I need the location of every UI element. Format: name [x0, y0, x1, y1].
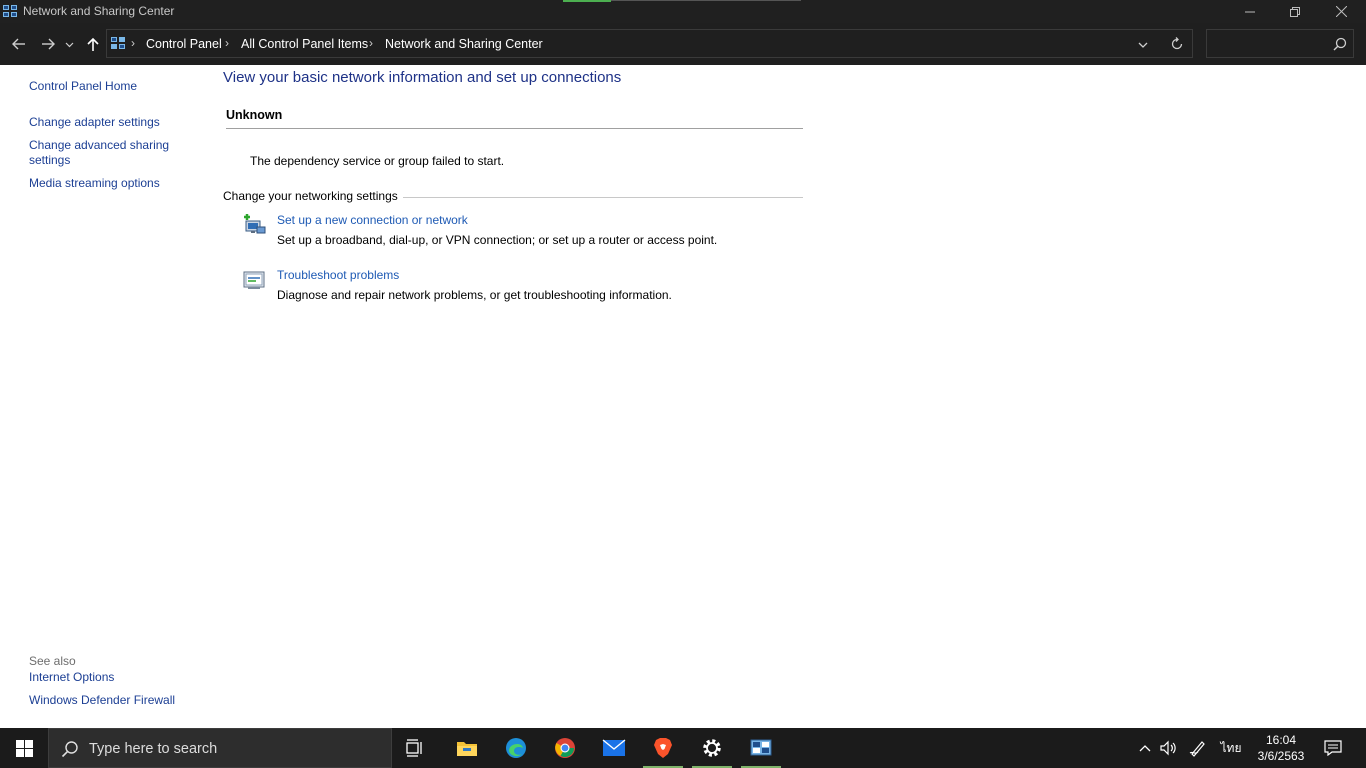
windows-logo-icon: [15, 739, 33, 757]
title-accent: [563, 0, 611, 2]
start-button[interactable]: [0, 728, 48, 768]
forward-button[interactable]: [37, 33, 59, 55]
edge-icon: [506, 738, 526, 758]
navigation-bar: › Control Panel › All Control Panel Item…: [0, 23, 1366, 65]
brave-icon: [654, 738, 672, 758]
clock-date: 3/6/2563: [1257, 749, 1305, 763]
file-explorer-icon: [457, 742, 477, 756]
file-explorer-button[interactable]: [447, 728, 487, 768]
back-button[interactable]: [8, 33, 30, 55]
media-streaming-options-link[interactable]: Media streaming options: [29, 176, 160, 191]
section-title: Change your networking settings: [223, 189, 398, 203]
control-panel-location-icon: [111, 37, 125, 49]
close-icon: [1335, 6, 1347, 17]
network-name: Unknown: [226, 108, 283, 122]
setup-connection-description: Set up a broadband, dial-up, or VPN conn…: [277, 233, 718, 247]
divider: [226, 128, 803, 129]
volume-icon: [1160, 740, 1176, 756]
input-language-indicator[interactable]: ไทย: [1216, 728, 1246, 768]
clock-time: 16:04: [1265, 733, 1297, 747]
up-button[interactable]: [82, 33, 104, 55]
close-button[interactable]: [1318, 0, 1364, 23]
title-bar: Network and Sharing Center: [0, 0, 1366, 23]
chrome-button[interactable]: [545, 728, 585, 768]
left-pane: Control Panel Home Change adapter settin…: [0, 65, 210, 728]
restore-icon: [1290, 6, 1300, 17]
internet-options-link[interactable]: Internet Options: [29, 670, 114, 685]
breadcrumb-control-panel[interactable]: Control Panel: [146, 37, 222, 51]
troubleshoot-icon: [243, 271, 265, 289]
taskbar: Type here to search ไทย 16:04 3/6/2563: [0, 728, 1366, 768]
chevron-down-icon: [65, 42, 73, 47]
main-content: View your basic network information and …: [210, 65, 1366, 728]
control-panel-taskbar-button[interactable]: [741, 728, 781, 768]
brave-button[interactable]: [643, 728, 683, 768]
see-also-heading: See also: [29, 654, 76, 668]
arrow-up-icon: [87, 37, 99, 51]
recent-locations-button[interactable]: [62, 33, 76, 55]
page-title: View your basic network information and …: [223, 69, 622, 86]
pen-workspace-button[interactable]: [1186, 728, 1210, 768]
search-box[interactable]: [1206, 29, 1354, 58]
dependency-error-message: The dependency service or group failed t…: [250, 154, 505, 168]
chevron-down-icon[interactable]: [1135, 37, 1151, 53]
windows-defender-firewall-link[interactable]: Windows Defender Firewall: [29, 693, 175, 708]
volume-button[interactable]: [1157, 728, 1181, 768]
arrow-right-icon: [42, 38, 55, 50]
task-view-icon: [406, 739, 422, 757]
settings-button[interactable]: [692, 728, 732, 768]
troubleshoot-problems-description: Diagnose and repair network problems, or…: [277, 288, 672, 302]
refresh-icon[interactable]: [1169, 36, 1185, 52]
minimize-button[interactable]: [1227, 0, 1273, 23]
change-adapter-settings-link[interactable]: Change adapter settings: [29, 115, 160, 130]
chrome-icon: [555, 738, 575, 758]
taskbar-clock[interactable]: 16:04 3/6/2563: [1248, 732, 1314, 764]
window-title: Network and Sharing Center: [23, 4, 175, 18]
breadcrumb-separator[interactable]: ›: [131, 36, 135, 50]
network-setup-icon: [244, 214, 266, 234]
divider: [403, 197, 803, 198]
breadcrumb-network-center[interactable]: Network and Sharing Center: [385, 37, 543, 51]
taskbar-search-box[interactable]: Type here to search: [48, 728, 392, 768]
chevron-up-icon: [1139, 745, 1151, 752]
search-icon: [1333, 37, 1347, 51]
breadcrumb-separator[interactable]: ›: [225, 36, 229, 50]
show-hidden-icons-button[interactable]: [1134, 728, 1156, 768]
mail-icon: [602, 739, 626, 756]
task-view-button[interactable]: [396, 728, 436, 768]
breadcrumb-separator[interactable]: ›: [369, 36, 373, 50]
control-panel-icon: [750, 739, 772, 756]
arrow-left-icon: [12, 38, 25, 50]
network-center-icon: [3, 5, 17, 17]
settings-icon: [703, 739, 721, 757]
title-accent-line: [611, 0, 801, 1]
action-center-button[interactable]: [1320, 728, 1346, 768]
edge-button[interactable]: [496, 728, 536, 768]
change-advanced-sharing-link[interactable]: Change advanced sharing settings: [29, 138, 194, 168]
notification-icon: [1324, 740, 1342, 756]
pen-icon: [1189, 741, 1205, 757]
troubleshoot-problems-link[interactable]: Troubleshoot problems: [277, 268, 399, 282]
breadcrumb-all-items[interactable]: All Control Panel Items: [241, 37, 368, 51]
search-icon: [61, 741, 78, 758]
setup-connection-link[interactable]: Set up a new connection or network: [277, 213, 468, 227]
control-panel-home-link[interactable]: Control Panel Home: [29, 79, 137, 94]
address-bar[interactable]: › Control Panel › All Control Panel Item…: [106, 29, 1193, 58]
minimize-icon: [1245, 11, 1255, 12]
mail-button[interactable]: [594, 728, 634, 768]
restore-button[interactable]: [1272, 0, 1318, 23]
taskbar-search-placeholder: Type here to search: [89, 741, 218, 757]
